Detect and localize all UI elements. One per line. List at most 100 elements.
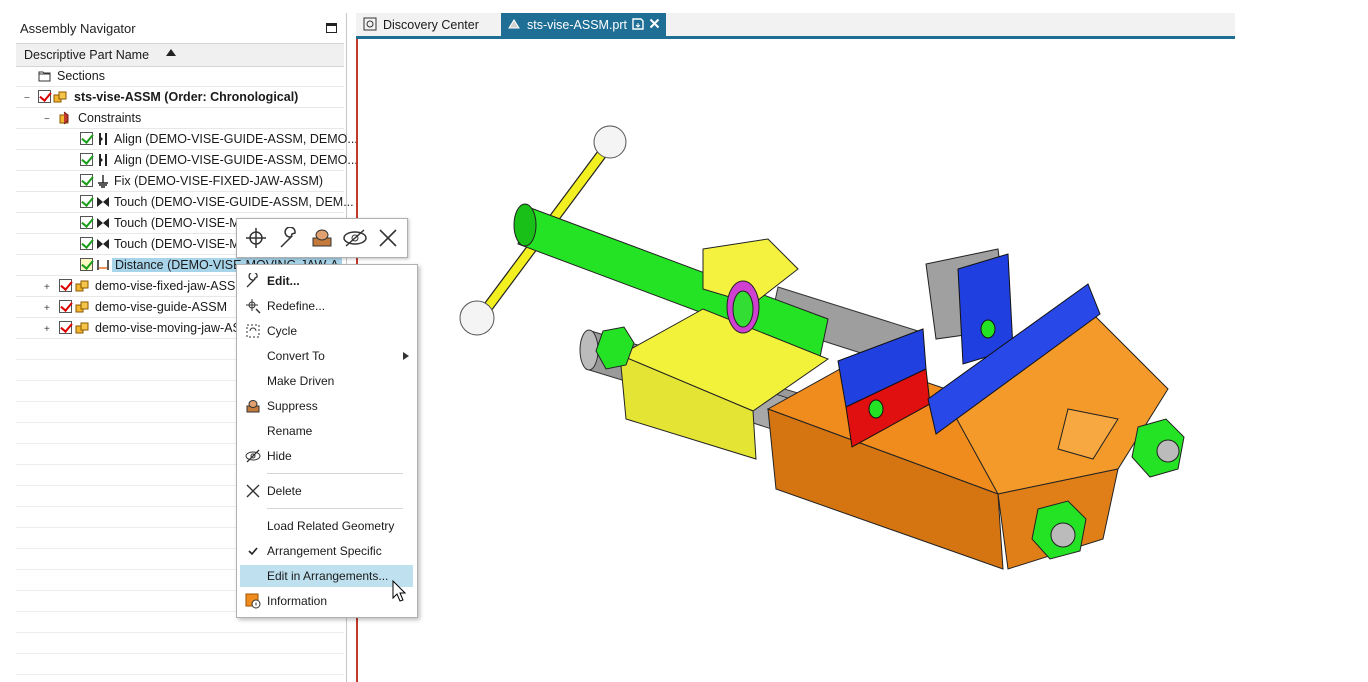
touch-constraint-icon: [97, 218, 109, 228]
collapse-icon[interactable]: −: [24, 93, 30, 104]
wrench-icon: [246, 273, 258, 288]
menu-item-delete[interactable]: Delete: [240, 480, 413, 502]
menu-item-label: Delete: [267, 484, 302, 498]
graphics-viewport[interactable]: [356, 39, 1235, 682]
menu-item-label: Rename: [267, 424, 313, 438]
menu-item-label: Edit in Arrangements...: [267, 569, 389, 583]
touch-constraint-icon: [97, 197, 109, 207]
visibility-checkbox[interactable]: [80, 174, 93, 187]
visibility-checkbox[interactable]: [80, 153, 93, 166]
menu-item-label: Hide: [267, 449, 292, 463]
tree-label: Align (DEMO-VISE-GUIDE-ASSM, DEMO...: [114, 153, 358, 167]
cycle-icon: [246, 324, 260, 338]
touch-constraint-icon: [97, 239, 109, 249]
assembly-icon: [53, 91, 67, 103]
tree-row-constraint-fix[interactable]: Fix (DEMO-VISE-FIXED-JAW-ASSM): [16, 171, 344, 192]
menu-separator: [267, 473, 403, 474]
menu-item-make-driven[interactable]: Make Driven: [240, 370, 413, 392]
wrench-icon[interactable]: [277, 227, 301, 249]
assembly-icon: [75, 322, 89, 334]
menu-separator: [267, 508, 403, 509]
tree-row-root-assembly[interactable]: − sts-vise-ASSM (Order: Chronological): [16, 87, 344, 108]
sort-ascending-icon[interactable]: [166, 49, 176, 56]
suppress-icon[interactable]: [309, 227, 335, 249]
align-constraint-icon: [99, 133, 107, 145]
tree-label: Sections: [57, 69, 105, 83]
document-tab-bar: Discovery Center sts-vise-ASSM.prt: [356, 13, 1235, 39]
menu-item-label: Make Driven: [267, 374, 335, 388]
tree-label: Touch (DEMO-VISE-GUIDE-ASSM, DEM...: [114, 195, 354, 209]
tree-row-constraint-align-1[interactable]: Align (DEMO-VISE-GUIDE-ASSM, DEMO...: [16, 129, 358, 150]
menu-item-cycle[interactable]: Cycle: [240, 320, 413, 342]
navigator-title: Assembly Navigator: [20, 21, 136, 36]
menu-item-label: Load Related Geometry: [267, 519, 395, 533]
menu-item-rename[interactable]: Rename: [240, 420, 413, 442]
menu-item-edit[interactable]: Edit...: [240, 270, 413, 292]
part-file-icon: [508, 19, 520, 29]
expand-icon[interactable]: +: [44, 324, 50, 335]
visibility-checkbox[interactable]: [80, 237, 93, 250]
mini-toolbar: [236, 218, 408, 258]
close-icon[interactable]: [649, 18, 660, 29]
expand-icon[interactable]: +: [44, 303, 50, 314]
tree-row-sections[interactable]: Sections: [16, 66, 344, 87]
information-icon: [245, 593, 261, 609]
expand-icon[interactable]: +: [44, 282, 50, 293]
tree-label: demo-vise-fixed-jaw-ASSM: [95, 279, 246, 293]
menu-item-suppress[interactable]: Suppress: [240, 395, 413, 417]
mouse-cursor-icon: [392, 580, 406, 602]
menu-item-information[interactable]: Information: [240, 590, 413, 612]
visibility-checkbox[interactable]: [59, 321, 72, 334]
tree-row-constraint-align-2[interactable]: Align (DEMO-VISE-GUIDE-ASSM, DEMO...: [16, 150, 358, 171]
discovery-center-icon: [363, 17, 377, 31]
move-component-icon[interactable]: [244, 227, 268, 249]
checkmark-icon: [248, 547, 258, 556]
menu-item-label: Suppress: [267, 399, 318, 413]
tree-label: Fix (DEMO-VISE-FIXED-JAW-ASSM): [114, 174, 324, 188]
save-icon[interactable]: [632, 18, 644, 30]
hide-icon: [245, 449, 261, 463]
tree-label: demo-vise-guide-ASSM: [95, 300, 227, 314]
vise-assembly-model[interactable]: [358, 39, 1235, 682]
menu-item-arrangement-specific[interactable]: Arrangement Specific: [240, 540, 413, 562]
assembly-icon: [75, 280, 89, 292]
visibility-checkbox[interactable]: [59, 279, 72, 292]
menu-item-load-related-geometry[interactable]: Load Related Geometry: [240, 515, 413, 537]
tab-sts-vise-assm[interactable]: sts-vise-ASSM.prt: [501, 13, 666, 36]
tree-row-constraints[interactable]: − Constraints: [16, 108, 344, 129]
tree-label: Constraints: [78, 111, 142, 125]
tab-discovery-center[interactable]: Discovery Center: [356, 13, 500, 36]
menu-item-label: Edit...: [267, 274, 300, 288]
tab-label: sts-vise-ASSM.prt: [527, 18, 628, 32]
distance-constraint-icon: [97, 260, 109, 270]
menu-item-label: Information: [267, 594, 328, 608]
constraints-icon: [59, 111, 69, 125]
tree-row-constraint-touch-1[interactable]: Touch (DEMO-VISE-GUIDE-ASSM, DEM...: [16, 192, 354, 213]
delete-icon[interactable]: [377, 227, 399, 249]
visibility-checkbox[interactable]: [80, 258, 93, 271]
menu-item-convert-to[interactable]: Convert To: [240, 345, 413, 367]
visibility-checkbox[interactable]: [80, 132, 93, 145]
visibility-checkbox[interactable]: [80, 216, 93, 229]
maximize-icon[interactable]: [326, 23, 337, 33]
menu-item-edit-in-arrangements[interactable]: Edit in Arrangements...: [240, 565, 413, 587]
visibility-checkbox[interactable]: [80, 195, 93, 208]
fix-constraint-icon: [98, 175, 108, 188]
align-constraint-icon: [99, 154, 107, 166]
column-header-descriptive-part-name[interactable]: Descriptive Part Name: [16, 43, 344, 67]
menu-item-label: Redefine...: [267, 299, 326, 313]
context-menu: Edit... Redefine... Cycle Convert To Mak…: [236, 264, 418, 618]
menu-item-hide[interactable]: Hide: [240, 445, 413, 467]
visibility-checkbox[interactable]: [38, 90, 51, 103]
collapse-icon[interactable]: −: [44, 114, 50, 125]
menu-item-label: Arrangement Specific: [267, 544, 382, 558]
hide-icon[interactable]: [342, 227, 368, 249]
suppress-icon: [246, 400, 260, 413]
tree-label: sts-vise-ASSM (Order: Chronological): [74, 90, 299, 104]
visibility-checkbox[interactable]: [59, 300, 72, 313]
submenu-arrow-icon: [403, 352, 409, 360]
column-header-label: Descriptive Part Name: [24, 48, 150, 62]
delete-icon: [246, 484, 260, 498]
menu-item-redefine[interactable]: Redefine...: [240, 295, 413, 317]
tab-label: Discovery Center: [383, 18, 479, 32]
